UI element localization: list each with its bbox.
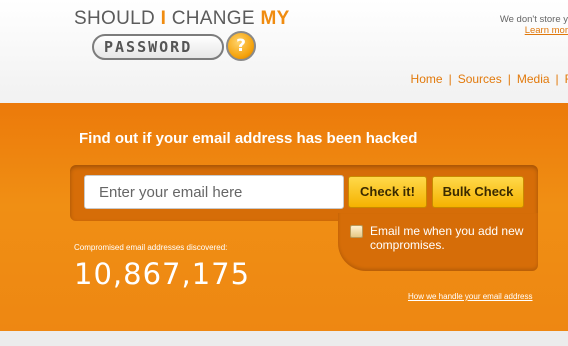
bulk-check-button[interactable]: Bulk Check <box>432 176 524 208</box>
privacy-disclaimer: We don't store y Learn mor <box>500 14 568 36</box>
logo-word-should: SHOULD <box>74 8 155 29</box>
logo-password-pill[interactable]: PASSWORD <box>92 34 224 60</box>
logo-word-my: MY <box>260 8 290 29</box>
nav-separator: | <box>555 72 559 86</box>
nav-sources[interactable]: Sources <box>458 72 502 86</box>
email-input[interactable] <box>84 175 344 209</box>
nav-item-truncated[interactable]: F <box>565 72 568 86</box>
notify-checkbox[interactable] <box>350 225 363 238</box>
privacy-policy-link[interactable]: How we handle your email address <box>408 292 533 301</box>
logo-password-text: PASSWORD <box>104 38 193 56</box>
site-header: SHOULD I CHANGE MY PASSWORD ? We don't s… <box>0 0 568 103</box>
hero-panel: Find out if your email address has been … <box>0 103 568 331</box>
notify-label: Email me when you add new compromises. <box>370 224 524 252</box>
logo-word-change: CHANGE <box>171 8 255 29</box>
main-nav: Home | Sources | Media | F <box>411 72 568 86</box>
compromised-count-label: Compromised email addresses discovered: <box>74 243 228 252</box>
learn-more-link[interactable]: Learn mor <box>500 25 568 36</box>
nav-home[interactable]: Home <box>411 72 443 86</box>
check-it-button[interactable]: Check it! <box>348 176 427 208</box>
question-mark-icon: ? <box>226 31 256 61</box>
logo-word-i: I <box>160 8 167 29</box>
hero-headline: Find out if your email address has been … <box>79 130 418 147</box>
nav-media[interactable]: Media <box>517 72 550 86</box>
nav-separator: | <box>507 72 511 86</box>
site-logo-wordmark[interactable]: SHOULD I CHANGE MY <box>74 8 290 30</box>
compromised-count-value: 10,867,175 <box>74 257 251 291</box>
disclaimer-text: We don't store y <box>499 14 568 25</box>
nav-separator: | <box>448 72 452 86</box>
